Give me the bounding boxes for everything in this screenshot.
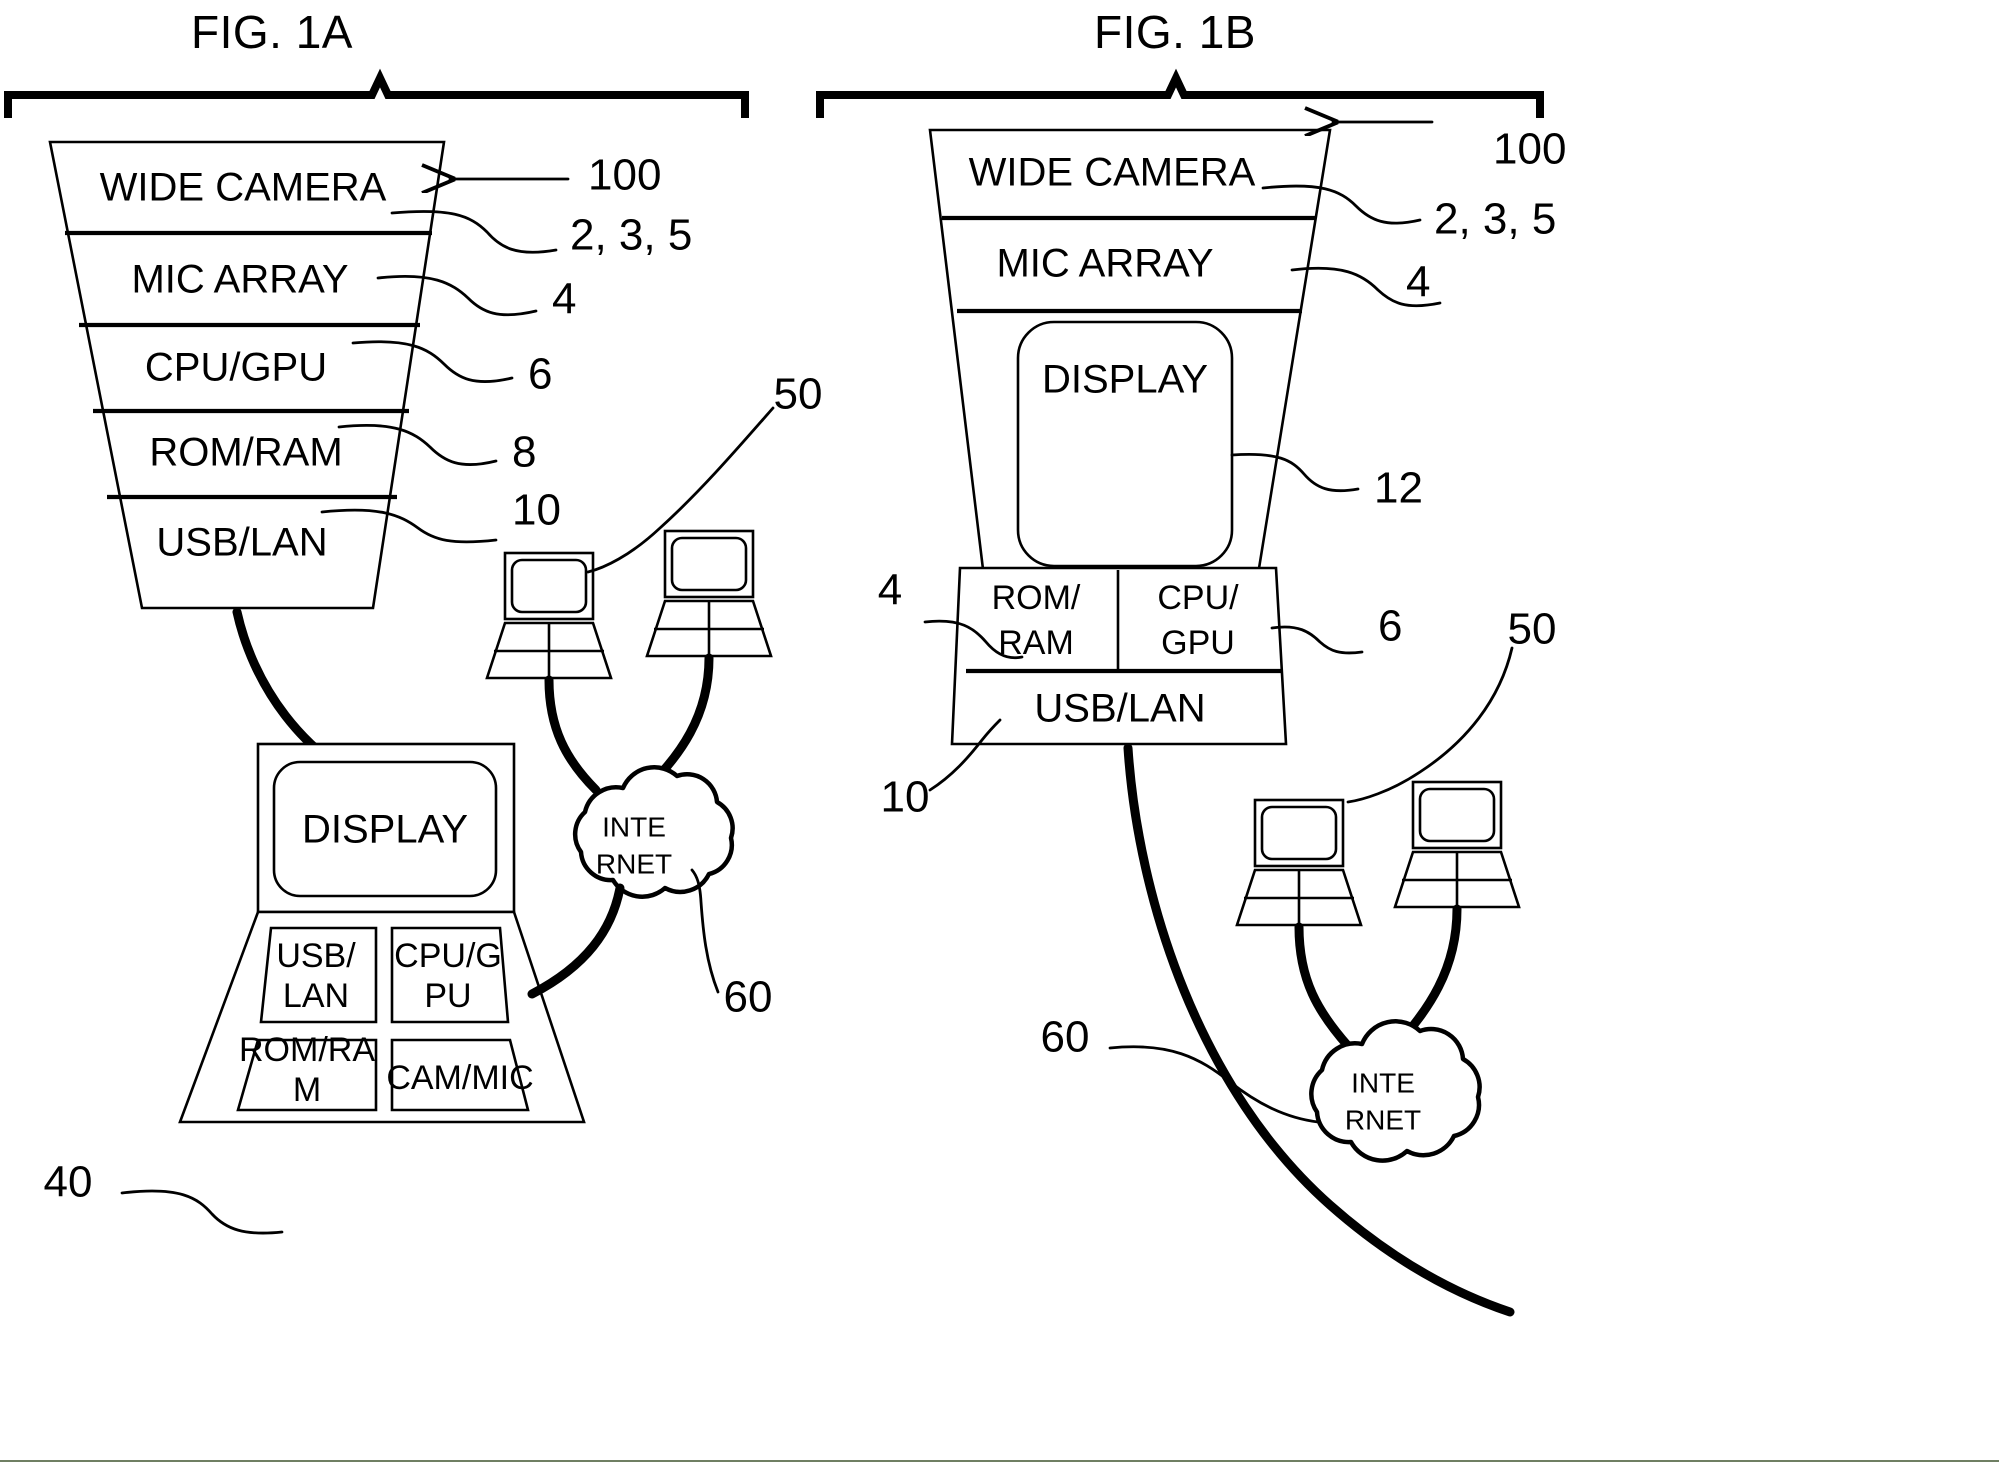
ref-10-1b: 10 [881, 773, 930, 822]
figure-1b-bracket [816, 68, 1544, 118]
ref-100-1b: 100 [1493, 125, 1566, 174]
laptop-module-2-line-1: ROM/RA [239, 1031, 375, 1069]
ref-60-1a: 60 [724, 973, 773, 1022]
ref-6-1a: 6 [528, 350, 552, 399]
ref-2-3-5-1b: 2, 3, 5 [1434, 195, 1556, 244]
ref-40-1a: 40 [44, 1158, 93, 1207]
laptop-40: DISPLAY USB/ LAN CPU/G PU ROM/RA M CAM/M… [178, 742, 586, 1124]
ref-10-1a: 10 [512, 486, 561, 535]
layer-label-wide-camera-1b: WIDE CAMERA [969, 151, 1256, 195]
client-screen-right-1a [670, 536, 748, 592]
layer-label-wide-camera-1a: WIDE CAMERA [100, 166, 387, 210]
ref-50-1a: 50 [774, 370, 823, 419]
layer-label-mic-array-1a: MIC ARRAY [131, 258, 348, 302]
ref-6-base-1b: 6 [1378, 602, 1402, 651]
laptop-module-0-line-1: USB/ [276, 937, 356, 975]
internet-cloud-1b: INTE RNET [1309, 1019, 1482, 1163]
figure-1b-title: FIG. 1B [1094, 6, 1256, 58]
cable-cloud-to-laptop-1a [527, 883, 625, 999]
ref-4-top-1b: 4 [1406, 258, 1430, 307]
cloud-label-line-2-1a: RNET [596, 848, 672, 879]
base-right-line-2-1b: GPU [1161, 624, 1235, 662]
ref-50-1b: 50 [1508, 605, 1557, 654]
base-bottom-label-1b: USB/LAN [1034, 687, 1205, 731]
leader-40-1a [120, 1189, 284, 1235]
device-stack-1a: WIDE CAMERA MIC ARRAY CPU/GPU ROM/RAM US… [48, 140, 446, 610]
ref-12-1b: 12 [1374, 464, 1423, 513]
laptop-module-1-line-1: CPU/G [394, 937, 502, 975]
laptop-module-2-line-2: M [293, 1071, 321, 1109]
figures-canvas: FIG. 1A WIDE CAMERA MIC ARRAY CPU/GPU RO… [4, 6, 1566, 1317]
ref-8-1a: 8 [512, 428, 536, 477]
leader-6-1a [351, 340, 514, 383]
layer-label-usb-lan-1a: USB/LAN [156, 521, 327, 565]
display-label-1b: DISPLAY [1042, 358, 1208, 402]
leader-10-1a [320, 508, 498, 544]
figure-1a-title: FIG. 1A [191, 6, 353, 58]
client-laptop-1b-left [1235, 798, 1363, 927]
ref-100-1a: 100 [588, 151, 661, 200]
layer-label-rom-ram-1a: ROM/RAM [149, 431, 342, 475]
laptop-module-1-line-2: PU [424, 977, 471, 1015]
patent-figure-sheet: FIG. 1A WIDE CAMERA MIC ARRAY CPU/GPU RO… [0, 0, 1999, 1468]
leader-12-1b [1230, 453, 1360, 493]
cloud-label-line-1-1b: INTE [1351, 1067, 1415, 1098]
figure-1a: FIG. 1A WIDE CAMERA MIC ARRAY CPU/GPU RO… [4, 6, 823, 1235]
base-right-line-1-1b: CPU/ [1157, 579, 1239, 617]
ref-2-3-5-1a: 2, 3, 5 [570, 211, 692, 260]
cable-client-left-1b [1294, 922, 1353, 1051]
client-screen-left-1b [1260, 805, 1338, 861]
page-footer-rule [0, 1460, 1999, 1462]
layer-label-cpu-gpu-1a: CPU/GPU [145, 346, 327, 390]
layer-label-mic-array-1b: MIC ARRAY [996, 242, 1213, 286]
leader-8-1a [337, 423, 498, 466]
cloud-label-line-2-1b: RNET [1345, 1104, 1421, 1135]
laptop-module-3-line-1: CAM/MIC [386, 1059, 533, 1097]
laptop-display-label-1a: DISPLAY [302, 808, 468, 852]
figure-1a-bracket [4, 68, 749, 118]
figure-1b: FIG. 1B WIDE CAMERA MIC ARRAY DISPLAY 10… [816, 6, 1566, 1317]
client-screen-left-1a [510, 558, 588, 614]
cloud-label-line-1-1a: INTE [602, 811, 666, 842]
ref-60-1b: 60 [1041, 1013, 1090, 1062]
base-left-line-1-1b: ROM/ [992, 579, 1081, 617]
leader-50-1b [1346, 646, 1514, 804]
client-laptop-1a-right [645, 529, 773, 658]
ref-4-base-1b: 4 [878, 566, 902, 615]
laptop-module-0-line-2: LAN [283, 977, 349, 1015]
cable-client-left-1a [544, 675, 601, 795]
client-laptop-1b-right [1393, 780, 1521, 909]
leader-4-1a [376, 274, 538, 317]
ref-4-1a: 4 [552, 275, 576, 324]
leader-6-base-1b [1270, 625, 1364, 655]
client-screen-right-1b [1418, 787, 1496, 843]
